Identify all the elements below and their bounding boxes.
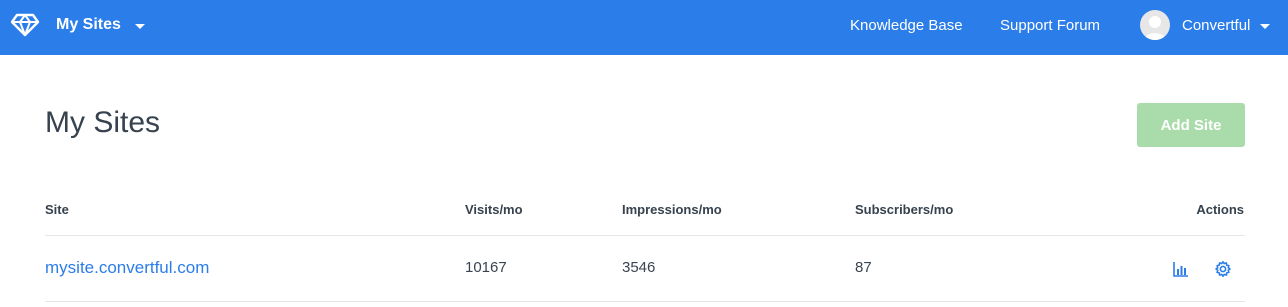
support-forum-link[interactable]: Support Forum (1000, 0, 1100, 50)
site-switcher-dropdown[interactable]: My Sites (56, 0, 145, 50)
subscribers-value: 87 (855, 259, 872, 276)
diamond-logo-icon[interactable] (10, 12, 40, 38)
impressions-value: 3546 (622, 259, 656, 276)
user-menu[interactable]: Convertful (1140, 10, 1271, 40)
site-link[interactable]: mysite.convertful.com (45, 258, 209, 278)
avatar (1140, 10, 1170, 40)
bar-chart-icon[interactable] (1172, 260, 1190, 278)
column-header-actions: Actions (1196, 202, 1244, 217)
column-header-visits: Visits/mo (465, 202, 523, 217)
add-site-button[interactable]: Add Site (1137, 103, 1245, 147)
site-switcher-label: My Sites (56, 16, 121, 33)
visits-value: 10167 (465, 259, 507, 276)
column-header-site: Site (45, 202, 69, 217)
chevron-down-icon (1260, 23, 1271, 29)
user-icon (1144, 16, 1166, 40)
gear-icon[interactable] (1214, 260, 1232, 278)
knowledge-base-link[interactable]: Knowledge Base (850, 0, 963, 50)
chevron-down-icon (134, 23, 145, 29)
page-title: My Sites (45, 106, 161, 139)
user-name: Convertful (1182, 16, 1251, 34)
table-row-divider (45, 301, 1245, 302)
column-header-subscribers: Subscribers/mo (855, 202, 954, 217)
column-header-impressions: Impressions/mo (622, 202, 722, 217)
top-navbar: My Sites Knowledge Base Support Forum Co… (0, 0, 1288, 55)
table-header-divider (45, 235, 1245, 236)
